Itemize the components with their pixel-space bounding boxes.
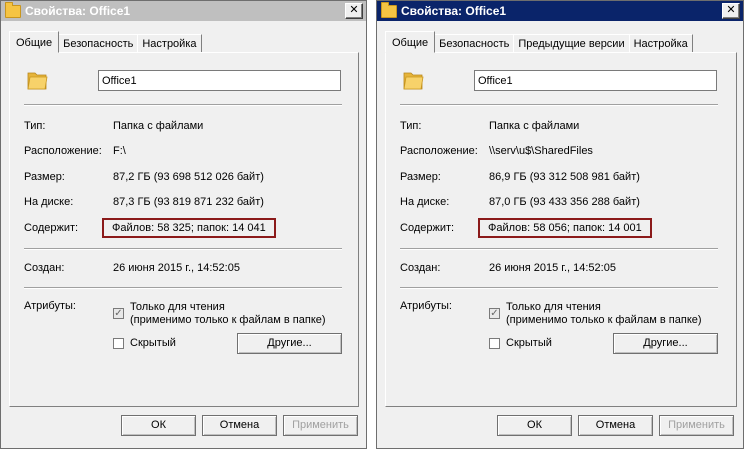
tab-general[interactable]: Общие bbox=[385, 31, 436, 53]
location-label: Расположение: bbox=[400, 145, 478, 157]
hidden-checkbox[interactable] bbox=[489, 338, 500, 349]
tab-customize[interactable]: Настройка bbox=[628, 34, 693, 53]
tab-general[interactable]: Общие bbox=[9, 31, 60, 53]
cancel-button[interactable]: Отмена bbox=[202, 415, 277, 436]
type-value: Папка с файлами bbox=[489, 120, 580, 132]
tab-strip: Общие Безопасность Настройка bbox=[9, 31, 202, 53]
apply-button[interactable]: Применить bbox=[659, 415, 734, 436]
tab-security[interactable]: Безопасность bbox=[58, 34, 139, 53]
location-label: Расположение: bbox=[24, 145, 102, 157]
ok-button[interactable]: ОК bbox=[497, 415, 572, 436]
attributes-label: Атрибуты: bbox=[400, 300, 452, 312]
general-panel: Тип: Папка с файлами Расположение: F:\ Р… bbox=[9, 52, 359, 407]
cancel-button[interactable]: Отмена bbox=[578, 415, 653, 436]
disk-size-label: На диске: bbox=[400, 196, 450, 208]
tab-security[interactable]: Безопасность bbox=[434, 34, 515, 53]
apply-button[interactable]: Применить bbox=[283, 415, 358, 436]
window-title: Свойства: Office1 bbox=[25, 4, 131, 18]
readonly-checkbox[interactable]: ✓ bbox=[113, 308, 124, 319]
type-label: Тип: bbox=[24, 120, 46, 132]
type-label: Тип: bbox=[400, 120, 422, 132]
contains-label: Содержит: bbox=[400, 222, 455, 234]
separator bbox=[24, 248, 342, 250]
ok-button[interactable]: ОК bbox=[121, 415, 196, 436]
separator bbox=[400, 287, 718, 289]
contains-value: Файлов: 58 325; папок: 14 041 bbox=[102, 218, 276, 238]
size-value: 86,9 ГБ (93 312 508 981 байт) bbox=[489, 171, 640, 183]
created-label: Создан: bbox=[400, 262, 441, 274]
attributes-label: Атрибуты: bbox=[24, 300, 76, 312]
tab-previous-versions[interactable]: Предыдущие версии bbox=[513, 34, 630, 53]
disk-size-value: 87,0 ГБ (93 433 356 288 байт) bbox=[489, 196, 640, 208]
folder-icon bbox=[403, 72, 424, 90]
properties-dialog-right: Свойства: Office1 ✕ Общие Безопасность П… bbox=[376, 0, 744, 449]
window-title: Свойства: Office1 bbox=[401, 4, 507, 18]
size-label: Размер: bbox=[400, 171, 441, 183]
size-label: Размер: bbox=[24, 171, 65, 183]
hidden-checkbox[interactable] bbox=[113, 338, 124, 349]
close-button[interactable]: ✕ bbox=[345, 3, 363, 19]
folder-icon bbox=[27, 72, 48, 90]
close-button[interactable]: ✕ bbox=[722, 3, 740, 19]
tab-customize[interactable]: Настройка bbox=[137, 34, 202, 53]
folder-name-input[interactable] bbox=[98, 70, 341, 91]
hidden-label: Скрытый bbox=[130, 337, 176, 349]
type-value: Папка с файлами bbox=[113, 120, 204, 132]
advanced-button[interactable]: Другие... bbox=[237, 333, 342, 354]
readonly-label: Только для чтения bbox=[506, 301, 601, 313]
readonly-checkbox[interactable]: ✓ bbox=[489, 308, 500, 319]
general-panel: Тип: Папка с файлами Расположение: \\ser… bbox=[385, 52, 737, 407]
location-value: \\serv\u$\SharedFiles bbox=[489, 145, 593, 157]
folder-name-input[interactable] bbox=[474, 70, 717, 91]
folder-icon bbox=[5, 1, 21, 18]
hidden-label: Скрытый bbox=[506, 337, 552, 349]
folder-icon bbox=[381, 1, 397, 18]
contains-value: Файлов: 58 056; папок: 14 001 bbox=[478, 218, 652, 238]
readonly-note: (применимо только к файлам в папке) bbox=[506, 314, 702, 326]
readonly-note: (применимо только к файлам в папке) bbox=[130, 314, 326, 326]
separator bbox=[24, 287, 342, 289]
disk-size-label: На диске: bbox=[24, 196, 74, 208]
created-label: Создан: bbox=[24, 262, 65, 274]
size-value: 87,2 ГБ (93 698 512 026 байт) bbox=[113, 171, 264, 183]
separator bbox=[24, 104, 342, 106]
separator bbox=[400, 104, 718, 106]
readonly-label: Только для чтения bbox=[130, 301, 225, 313]
location-value: F:\ bbox=[113, 145, 126, 157]
contains-label: Содержит: bbox=[24, 222, 79, 234]
tab-strip: Общие Безопасность Предыдущие версии Нас… bbox=[385, 31, 693, 53]
title-bar[interactable]: Свойства: Office1 ✕ bbox=[377, 1, 743, 21]
separator bbox=[400, 248, 718, 250]
properties-dialog-left: Свойства: Office1 ✕ Общие Безопасность Н… bbox=[0, 0, 367, 449]
created-value: 26 июня 2015 г., 14:52:05 bbox=[489, 262, 616, 274]
title-bar[interactable]: Свойства: Office1 ✕ bbox=[1, 1, 366, 21]
created-value: 26 июня 2015 г., 14:52:05 bbox=[113, 262, 240, 274]
disk-size-value: 87,3 ГБ (93 819 871 232 байт) bbox=[113, 196, 264, 208]
advanced-button[interactable]: Другие... bbox=[613, 333, 718, 354]
